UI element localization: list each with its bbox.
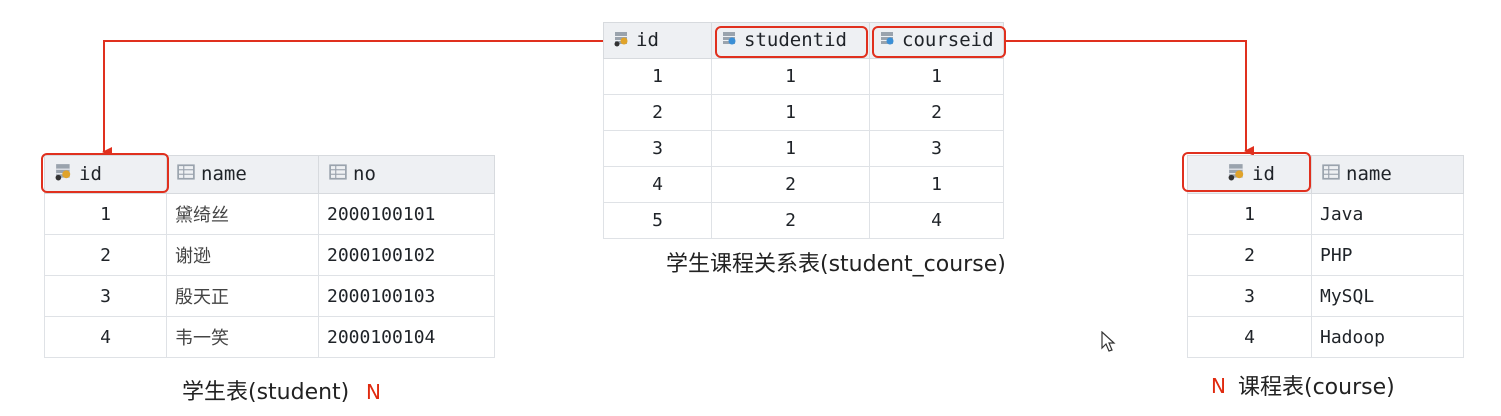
cell-name: 谢逊 <box>166 234 319 276</box>
header-label: id <box>636 29 659 52</box>
cell-name: Hadoop <box>1311 316 1464 358</box>
cell-id: 1 <box>44 193 167 235</box>
cell-id: 2 <box>44 234 167 276</box>
cell-id: 1 <box>1187 193 1312 235</box>
header-label: no <box>353 163 376 185</box>
table-row[interactable]: 3 MySQL <box>1187 275 1464 317</box>
header-label: name <box>201 163 247 185</box>
table-row[interactable]: 3 殷天正 2000100103 <box>44 275 495 317</box>
cell-id: 4 <box>44 316 167 358</box>
course-caption: 课程表(course) <box>1238 375 1395 400</box>
header-name[interactable]: name <box>166 155 319 194</box>
cell-name: MySQL <box>1311 275 1464 317</box>
student-id-highlight <box>41 153 169 193</box>
student-course-caption: 学生课程关系表(student_course) <box>666 252 1006 277</box>
cell-name: 黛绮丝 <box>166 193 319 235</box>
column-icon <box>177 163 195 186</box>
studentid-highlight <box>715 26 868 58</box>
cell-no: 2000100103 <box>318 275 495 317</box>
table-row[interactable]: 2 PHP <box>1187 234 1464 276</box>
student-cardinality: N <box>366 380 381 404</box>
cell-id: 2 <box>1187 234 1312 276</box>
cell-id: 4 <box>603 166 712 203</box>
header-id[interactable]: id <box>603 22 712 59</box>
courseid-highlight <box>872 26 1006 58</box>
cell-id: 3 <box>603 130 712 167</box>
table-row[interactable]: 313 <box>603 130 1004 167</box>
table-row[interactable]: 1 Java <box>1187 193 1464 235</box>
table-row[interactable]: 2 谢逊 2000100102 <box>44 234 495 276</box>
cell-id: 4 <box>1187 316 1312 358</box>
cell-id: 3 <box>44 275 167 317</box>
cell-no: 2000100104 <box>318 316 495 358</box>
cell-courseid: 1 <box>869 166 1004 203</box>
table-row[interactable]: 4 韦一笑 2000100104 <box>44 316 495 358</box>
cell-studentid: 2 <box>711 166 870 203</box>
courseid-to-course-id-arrow <box>1006 40 1254 156</box>
cell-id: 5 <box>603 202 712 239</box>
cell-studentid: 1 <box>711 130 870 167</box>
course-id-highlight <box>1182 152 1311 192</box>
cell-name: 殷天正 <box>166 275 319 317</box>
cell-id: 2 <box>603 94 712 131</box>
table-row[interactable]: 421 <box>603 166 1004 203</box>
column-icon <box>1322 163 1340 186</box>
cell-studentid: 2 <box>711 202 870 239</box>
column-icon <box>329 163 347 186</box>
table-row[interactable]: 212 <box>603 94 1004 131</box>
table-row[interactable]: 111 <box>603 58 1004 95</box>
header-label: name <box>1346 163 1392 185</box>
cell-name: Java <box>1311 193 1464 235</box>
header-name[interactable]: name <box>1311 155 1464 194</box>
cell-id: 3 <box>1187 275 1312 317</box>
cell-name: PHP <box>1311 234 1464 276</box>
cell-no: 2000100101 <box>318 193 495 235</box>
student-caption: 学生表(student) <box>182 380 350 405</box>
table-row[interactable]: 524 <box>603 202 1004 239</box>
cell-no: 2000100102 <box>318 234 495 276</box>
mouse-cursor-icon <box>1101 331 1116 352</box>
cell-studentid: 1 <box>711 58 870 95</box>
cell-courseid: 1 <box>869 58 1004 95</box>
table-row[interactable]: 4 Hadoop <box>1187 316 1464 358</box>
cell-courseid: 3 <box>869 130 1004 167</box>
cell-name: 韦一笑 <box>166 316 319 358</box>
cell-courseid: 4 <box>869 202 1004 239</box>
cell-studentid: 1 <box>711 94 870 131</box>
primary-key-icon <box>614 30 630 52</box>
header-no[interactable]: no <box>318 155 495 194</box>
cell-courseid: 2 <box>869 94 1004 131</box>
table-row[interactable]: 1 黛绮丝 2000100101 <box>44 193 495 235</box>
course-cardinality: N <box>1211 374 1226 398</box>
cell-id: 1 <box>603 58 712 95</box>
